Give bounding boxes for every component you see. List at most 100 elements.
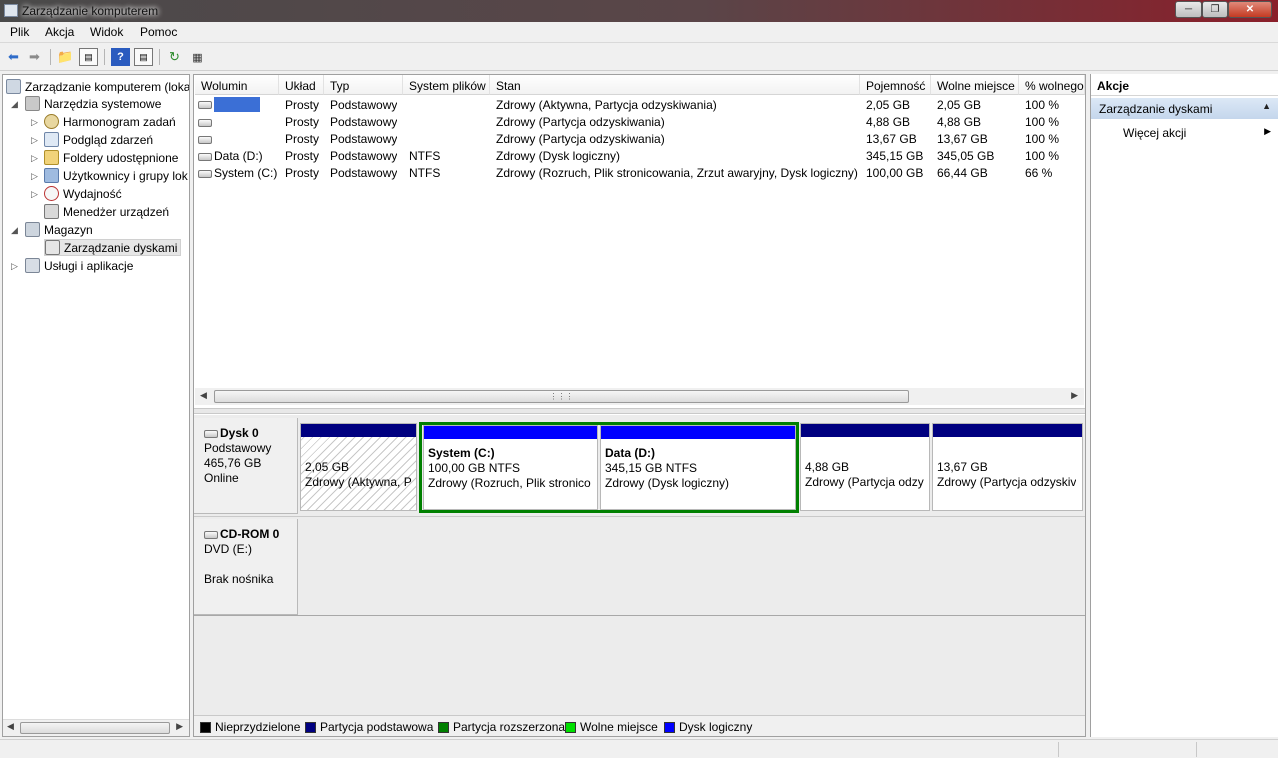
disk-status: Online (204, 471, 239, 485)
close-button[interactable]: ✕ (1228, 1, 1272, 18)
cdrom-icon (204, 530, 218, 539)
expand-arrow-icon[interactable]: ▷ (31, 118, 40, 127)
cell-percent-free: 100 % (1025, 98, 1060, 112)
tree-item-storage[interactable]: Magazyn (25, 221, 93, 238)
collapse-arrow-icon[interactable]: ◢ (11, 226, 20, 235)
help-icon[interactable]: ? (111, 48, 130, 66)
tree-label: Zarządzanie komputerem (lokal (25, 79, 190, 94)
disk-management-pane: Wolumin Układ Typ System plików Stan Poj… (193, 74, 1086, 737)
legend-swatch (664, 721, 675, 733)
tree-label: Magazyn (44, 222, 93, 237)
tree-item-device-manager[interactable]: Menedżer urządzeń (44, 203, 169, 220)
menu-view[interactable]: Widok (90, 25, 123, 39)
scroll-left-icon[interactable]: ◀ (7, 721, 14, 732)
partition-recovery-3[interactable]: 13,67 GB Zdrowy (Partycja odzyskiv (932, 423, 1083, 511)
disk-0-label[interactable]: Dysk 0 Podstawowy 465,76 GB Online (194, 418, 298, 514)
console-tree: Zarządzanie komputerem (lokal ◢ Narzędzi… (2, 74, 190, 737)
cdrom-0-label[interactable]: CD-ROM 0 DVD (E:) Brak nośnika (194, 519, 298, 615)
cell-free-space: 345,05 GB (937, 149, 995, 163)
expand-arrow-icon[interactable]: ▷ (31, 154, 40, 163)
properties-icon[interactable]: ▦ (188, 48, 207, 66)
tree-label: Harmonogram zadań (63, 114, 176, 129)
cell-status: Zdrowy (Dysk logiczny) (496, 149, 621, 163)
cell-percent-free: 100 % (1025, 149, 1060, 163)
partition-size: 2,05 GB (305, 460, 350, 474)
column-header-volume[interactable]: Wolumin (195, 75, 279, 95)
expand-arrow-icon[interactable]: ▷ (31, 172, 40, 181)
tree-item-shared-folders[interactable]: Foldery udostępnione (44, 149, 178, 166)
cell-capacity: 100,00 GB (866, 166, 924, 180)
cell-percent-free: 100 % (1025, 132, 1060, 146)
tree-item-computer-management[interactable]: Zarządzanie komputerem (lokal (6, 78, 190, 95)
tree-horizontal-scrollbar[interactable]: ◀ ▶ (3, 719, 189, 736)
column-header-free-space[interactable]: Wolne miejsce (931, 75, 1019, 95)
more-actions-item[interactable]: Więcej akcji ▶ (1091, 123, 1278, 143)
show-hide-console-tree-icon[interactable]: ▤ (79, 48, 98, 66)
scroll-right-icon[interactable]: ▶ (1071, 390, 1078, 401)
partition-text: Data (D:) 345,15 GB NTFS Zdrowy (Dysk lo… (605, 446, 729, 491)
cell-free-space: 2,05 GB (937, 98, 982, 112)
toolbar-separator (159, 49, 160, 65)
partition-data-d[interactable]: Data (D:) 345,15 GB NTFS Zdrowy (Dysk lo… (600, 425, 796, 510)
partition-size: 13,67 GB (937, 460, 988, 474)
disk-size: 465,76 GB (204, 456, 262, 470)
tree-item-performance[interactable]: Wydajność (44, 185, 122, 202)
title-bar: Zarządzanie komputerem ─ ❐ ✕ (0, 0, 1278, 22)
column-header-capacity[interactable]: Pojemność (860, 75, 931, 95)
partition-size: 100,00 GB NTFS (428, 461, 521, 475)
scroll-right-icon[interactable]: ▶ (176, 721, 183, 732)
minimize-button[interactable]: ─ (1175, 1, 1202, 18)
cell-free-space: 4,88 GB (937, 115, 982, 129)
scroll-left-icon[interactable]: ◀ (200, 390, 207, 401)
menu-file[interactable]: Plik (10, 25, 29, 39)
column-header-filesystem[interactable]: System plików (403, 75, 490, 95)
volume-list-horizontal-scrollbar[interactable]: ◀ ⋮⋮⋮ ▶ (195, 388, 1084, 405)
column-header-type[interactable]: Typ (324, 75, 403, 95)
menu-action[interactable]: Akcja (45, 25, 74, 39)
refresh-icon[interactable]: ↻ (165, 48, 184, 66)
partition-system-c[interactable]: System (C:) 100,00 GB NTFS Zdrowy (Rozru… (423, 425, 598, 510)
disk-type: Podstawowy (204, 441, 272, 455)
tree-item-system-tools[interactable]: Narzędzia systemowe (25, 95, 161, 112)
actions-section-disk-management[interactable]: Zarządzanie dyskami ▲ (1091, 98, 1278, 119)
tree-label: Usługi i aplikacje (44, 258, 134, 273)
collapse-arrow-icon[interactable]: ◢ (11, 100, 20, 109)
tree-item-services-apps[interactable]: Usługi i aplikacje (25, 257, 133, 274)
expand-arrow-icon[interactable]: ▷ (11, 262, 20, 271)
legend: Nieprzydzielone Partycja podstawowa Part… (194, 715, 1085, 736)
column-header-layout[interactable]: Układ (279, 75, 324, 95)
collapse-section-icon[interactable]: ▲ (1262, 101, 1271, 111)
primary-partition-bar (801, 424, 929, 437)
expand-arrow-icon[interactable]: ▷ (31, 190, 40, 199)
tree-item-disk-management[interactable]: Zarządzanie dyskami (44, 239, 182, 256)
show-hide-action-pane-icon[interactable]: ▤ (134, 48, 153, 66)
tree-label: Foldery udostępnione (63, 150, 179, 165)
primary-partition-bar (933, 424, 1082, 437)
tree-item-users-groups[interactable]: Użytkownicy i grupy lok (44, 167, 188, 184)
pane-splitter[interactable] (194, 408, 1085, 414)
up-folder-icon[interactable]: 📁 (56, 48, 75, 66)
back-arrow-icon[interactable]: ⬅ (4, 48, 23, 66)
expand-arrow-icon[interactable]: ▷ (31, 136, 40, 145)
partition-recovery-active[interactable]: 2,05 GB Zdrowy (Aktywna, P (300, 423, 417, 511)
maximize-button[interactable]: ❐ (1202, 1, 1228, 18)
menu-help[interactable]: Pomoc (140, 25, 177, 39)
column-header-percent-free[interactable]: % wolnego (1019, 75, 1085, 95)
cell-filesystem: NTFS (409, 166, 441, 180)
performance-icon (44, 186, 59, 201)
disk-name: Dysk 0 (220, 426, 259, 440)
cell-volume: System (C:) (214, 166, 278, 180)
column-header-status[interactable]: Stan (490, 75, 860, 95)
tree-label: Wydajność (63, 186, 122, 201)
cell-status: Zdrowy (Aktywna, Partycja odzyskiwania) (496, 98, 717, 112)
logical-drive-bar (601, 426, 795, 439)
tree-item-task-scheduler[interactable]: Harmonogram zadań (44, 113, 176, 130)
scrollbar-thumb[interactable]: ⋮⋮⋮ (214, 390, 909, 403)
actions-pane: Akcje Zarządzanie dyskami ▲ Więcej akcji… (1090, 74, 1278, 737)
partition-recovery-2[interactable]: 4,88 GB Zdrowy (Partycja odzy (800, 423, 930, 511)
users-icon (44, 168, 59, 183)
partition-title: Data (D:) (605, 446, 655, 460)
forward-arrow-icon[interactable]: ➡ (25, 48, 44, 66)
tree-item-event-viewer[interactable]: Podgląd zdarzeń (44, 131, 153, 148)
scrollbar-thumb[interactable] (20, 722, 170, 734)
